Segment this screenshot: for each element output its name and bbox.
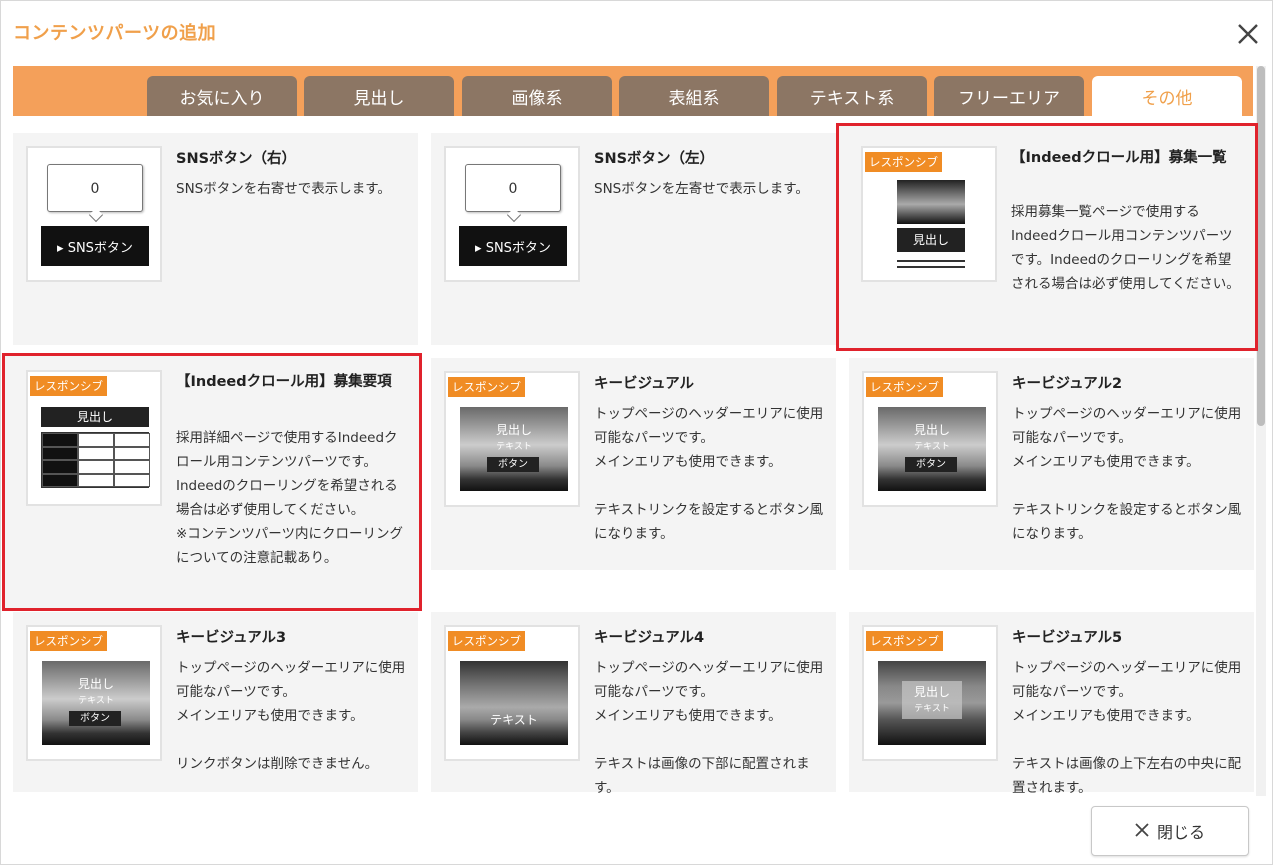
responsive-badge: レスポンシブ <box>448 631 525 651</box>
part-thumbnail: レスポンシブ 見出し テキスト <box>862 625 998 761</box>
part-thumbnail: レスポンシブ 見出し <box>26 370 162 506</box>
part-thumbnail: レスポンシブ 見出し <box>861 146 997 282</box>
text-preview: テキスト <box>914 442 950 452</box>
part-title: SNSボタン（右） <box>176 151 297 167</box>
responsive-badge: レスポンシブ <box>30 631 107 651</box>
part-title: キービジュアル <box>594 376 695 392</box>
part-thumbnail: レスポンシブ 見出し テキスト ボタン <box>26 625 162 761</box>
part-title: キービジュアル2 <box>1012 376 1123 392</box>
part-card-sns-right[interactable]: 0 ▸ SNSボタン SNSボタン（右） SNSボタンを右寄せで表示します。 <box>13 133 418 345</box>
part-thumbnail: レスポンシブ テキスト <box>444 625 580 761</box>
part-card-indeed-detail[interactable]: レスポンシブ 見出し 【Indeedクロール用】募集要項 採用詳細ページで使用す… <box>2 353 422 611</box>
button-preview: ボタン <box>905 457 957 472</box>
part-thumbnail: 0 ▸ SNSボタン <box>26 146 162 282</box>
part-description: 採用詳細ページで使用するIndeedクロール用コンテンツパーツです。Indeed… <box>176 430 404 566</box>
part-card-indeed-list[interactable]: レスポンシブ 見出し 【Indeedクロール用】募集一覧 採用募集一覧ページで使… <box>836 123 1258 351</box>
part-thumbnail: 0 ▸ SNSボタン <box>444 146 580 282</box>
heading-preview: 見出し <box>913 423 950 437</box>
part-title: SNSボタン（左） <box>594 151 715 167</box>
responsive-badge: レスポンシブ <box>865 152 942 172</box>
sns-count-bubble: 0 <box>465 164 561 212</box>
part-description: 採用募集一覧ページで使用するIndeedクロール用コンテンツパーツです。Inde… <box>1011 204 1240 292</box>
part-title: キービジュアル4 <box>594 630 705 646</box>
responsive-badge: レスポンシブ <box>30 376 107 396</box>
part-title: 【Indeedクロール用】募集要項 <box>176 374 392 390</box>
scrollbar-thumb[interactable] <box>1257 66 1265 426</box>
part-description: トップページのヘッダーエリアに使用可能なパーツです。 メインエリアも使用できます… <box>176 660 406 772</box>
part-card-sns-left[interactable]: 0 ▸ SNSボタン SNSボタン（左） SNSボタンを左寄せで表示します。 <box>431 133 836 345</box>
heading-preview: 見出し <box>41 407 149 427</box>
text-preview: テキスト <box>914 704 950 714</box>
part-card-key-visual-4[interactable]: レスポンシブ テキスト キービジュアル4 トップページのヘッダーエリアに使用可能… <box>431 612 836 796</box>
close-icon[interactable] <box>1235 21 1261 47</box>
close-button[interactable]: 閉じる <box>1091 806 1249 856</box>
tab-headings[interactable]: 見出し <box>304 76 454 116</box>
tab-favorites[interactable]: お気に入り <box>147 76 297 116</box>
part-description: トップページのヘッダーエリアに使用可能なパーツです。 メインエリアも使用できます… <box>594 660 824 796</box>
part-card-key-visual-3[interactable]: レスポンシブ 見出し テキスト ボタン キービジュアル3 トップページのヘッダー… <box>13 612 418 792</box>
heading-preview: 見出し <box>77 677 114 691</box>
responsive-badge: レスポンシブ <box>448 377 525 397</box>
part-description: トップページのヘッダーエリアに使用可能なパーツです。 メインエリアも使用できます… <box>1012 660 1242 796</box>
tab-other[interactable]: その他 <box>1092 76 1242 116</box>
part-title: 【Indeedクロール用】募集一覧 <box>1011 150 1227 166</box>
tab-free-area[interactable]: フリーエリア <box>934 76 1084 116</box>
part-card-key-visual-2[interactable]: レスポンシブ 見出し テキスト ボタン キービジュアル2 トップページのヘッダー… <box>849 358 1254 570</box>
part-description: SNSボタンを右寄せで表示します。 <box>176 181 391 197</box>
scrollbar[interactable] <box>1256 66 1266 796</box>
close-button-label: 閉じる <box>1156 823 1205 842</box>
heading-preview: 見出し <box>913 685 950 699</box>
part-description: トップページのヘッダーエリアに使用可能なパーツです。 メインエリアも使用できます… <box>594 406 824 542</box>
tab-tables[interactable]: 表組系 <box>619 76 769 116</box>
heading-preview: 見出し <box>897 228 965 252</box>
part-description: SNSボタンを左寄せで表示します。 <box>594 181 809 197</box>
part-card-key-visual[interactable]: レスポンシブ 見出し テキスト ボタン キービジュアル トップページのヘッダーエ… <box>431 358 836 570</box>
heading-preview: 見出し <box>495 423 532 437</box>
text-preview: テキスト <box>496 442 532 452</box>
part-thumbnail: レスポンシブ 見出し テキスト ボタン <box>444 371 580 507</box>
button-preview: ボタン <box>69 711 121 726</box>
part-description: トップページのヘッダーエリアに使用可能なパーツです。 メインエリアも使用できます… <box>1012 406 1242 542</box>
table-preview <box>41 432 150 488</box>
text-preview: テキスト <box>78 696 114 706</box>
text-preview: テキスト <box>490 713 538 727</box>
responsive-badge: レスポンシブ <box>866 631 943 651</box>
tab-images[interactable]: 画像系 <box>462 76 612 116</box>
add-content-parts-dialog: コンテンツパーツの追加 お気に入り 見出し 画像系 表組系 テキスト系 フリーエ… <box>0 0 1273 865</box>
sns-button-preview: ▸ SNSボタン <box>41 226 149 266</box>
part-title: キービジュアル5 <box>1012 630 1123 646</box>
sns-count-bubble: 0 <box>47 164 143 212</box>
responsive-badge: レスポンシブ <box>866 377 943 397</box>
tab-text[interactable]: テキスト系 <box>777 76 927 116</box>
button-preview: ボタン <box>487 457 539 472</box>
dialog-title: コンテンツパーツの追加 <box>13 23 217 44</box>
part-card-key-visual-5[interactable]: レスポンシブ 見出し テキスト キービジュアル5 トップページのヘッダーエリアに… <box>849 612 1254 796</box>
category-tab-bar: お気に入り 見出し 画像系 表組系 テキスト系 フリーエリア その他 <box>13 66 1253 116</box>
sns-button-preview: ▸ SNSボタン <box>459 226 567 266</box>
part-title: キービジュアル3 <box>176 630 287 646</box>
part-thumbnail: レスポンシブ 見出し テキスト ボタン <box>862 371 998 507</box>
x-icon <box>1135 822 1149 841</box>
